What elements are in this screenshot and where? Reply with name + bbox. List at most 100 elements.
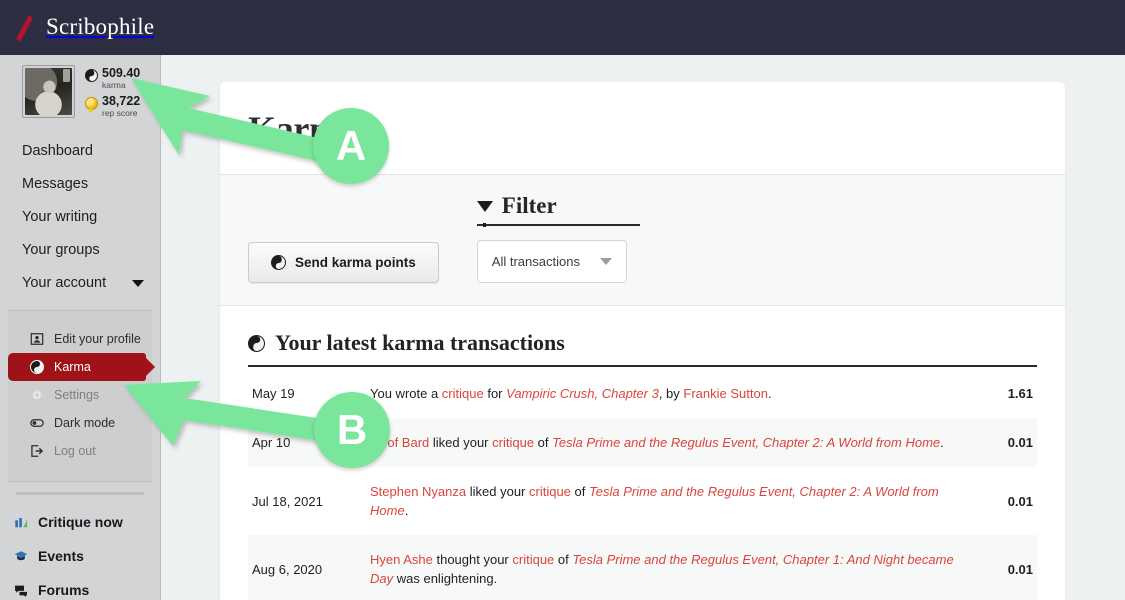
sidebar-divider [16, 492, 144, 495]
sidebar-item-messages[interactable]: Messages [22, 168, 160, 201]
sidebar-item-critique-now-label: Critique now [38, 514, 123, 530]
transaction-text: of [570, 484, 589, 499]
transaction-date: Jul 18, 2021 [252, 493, 323, 509]
transaction-amount: 0.01 [1007, 561, 1033, 577]
sidebar-item-your-groups[interactable]: Your groups [22, 234, 160, 267]
transaction-amount: 1.61 [1007, 386, 1033, 401]
transaction-text: , by [658, 386, 684, 401]
sidebar-item-your-account-label: Your account [22, 275, 107, 291]
sidebar-item-events[interactable]: Events [14, 539, 160, 573]
red-slash-logo-icon [18, 12, 44, 42]
yinyang-icon [271, 255, 286, 270]
site-logo[interactable]: Scribophile [18, 12, 154, 42]
transaction-link[interactable]: critique [512, 552, 554, 567]
profile-card-icon [30, 333, 44, 345]
transaction-link[interactable]: critique [529, 484, 571, 499]
transaction-text: thought your [432, 552, 513, 567]
transaction-text: You wrote a [370, 386, 442, 401]
brand-name: Scribophile [46, 14, 155, 39]
send-karma-points-label: Send karma points [295, 255, 416, 270]
sidebar-item-forums-label: Forums [38, 582, 90, 598]
left-sidebar: 509.40 karma 38,722 rep score Dashboard … [0, 55, 161, 600]
yinyang-icon [248, 334, 265, 352]
secondary-nav: Critique now Events Forums [0, 501, 160, 600]
account-submenu: Edit your profile Karma Settings Dark mo… [8, 310, 152, 482]
transaction-link[interactable]: critique [492, 435, 534, 450]
sidebar-item-dark-mode[interactable]: Dark mode [8, 409, 152, 437]
medal-icon [85, 97, 98, 112]
sidebar-item-karma[interactable]: Karma [8, 353, 146, 381]
sidebar-item-forums[interactable]: Forums [14, 573, 160, 600]
transaction-text: was enlightening. [393, 571, 498, 586]
transaction-description: Hyen Ashe thought your critique of Tesla… [366, 535, 961, 600]
sidebar-item-dark-mode-label: Dark mode [54, 416, 116, 430]
transaction-amount: 0.01 [1007, 435, 1033, 450]
funnel-icon [476, 200, 493, 227]
table-row: Jul 18, 2021 Stephen Nyanza liked your cr… [248, 467, 1037, 535]
gear-icon [30, 388, 44, 402]
sidebar-item-edit-your-profile[interactable]: Edit your profile [8, 325, 152, 353]
sidebar-item-edit-your-profile-label: Edit your profile [54, 332, 141, 346]
graduation-cap-icon [14, 551, 28, 561]
user-stats: 509.40 karma 38,722 rep score [85, 65, 140, 123]
transaction-link[interactable]: Hyen Ashe [370, 552, 433, 567]
sidebar-item-your-account[interactable]: Your account [22, 267, 160, 300]
filter-heading: Filter [476, 193, 640, 227]
karma-value: 509.40 [102, 66, 141, 80]
table-row: Aug 6, 2020 Hyen Ashe thought your critiq… [248, 535, 1037, 600]
send-karma-points-button[interactable]: Send karma points [248, 242, 439, 283]
filter-label: Filter [501, 193, 557, 218]
transaction-text: for [483, 386, 507, 401]
transaction-text: liked your [429, 435, 493, 450]
transactions-title: Your latest karma transactions [275, 330, 565, 355]
transaction-description: You wrote a critique for Vampiric Crush,… [366, 369, 961, 418]
app-root: Scribophile 509.40 karma 38,722 rep scor… [0, 0, 1125, 600]
sidebar-item-events-label: Events [38, 548, 84, 564]
avatar-image [25, 68, 72, 115]
transaction-filter-select[interactable]: All transactions [476, 240, 627, 283]
annotation-badge-b-label: B [336, 406, 368, 453]
karma-stat: 509.40 karma [85, 67, 140, 91]
transaction-text: . [404, 503, 409, 518]
transaction-description: Geof Bard liked your critique of Tesla P… [366, 418, 961, 467]
transaction-filter-value: All transactions [491, 254, 580, 269]
transaction-text: of [554, 552, 573, 567]
annotation-badge-b: B [314, 392, 390, 468]
sidebar-item-your-writing[interactable]: Your writing [22, 201, 160, 234]
profile-summary: 509.40 karma 38,722 rep score [0, 55, 160, 129]
sidebar-item-critique-now[interactable]: Critique now [14, 505, 160, 539]
transaction-text: . [767, 386, 772, 401]
transaction-text: liked your [466, 484, 529, 499]
transaction-work-link[interactable]: Vampiric Crush, Chapter 3 [506, 386, 659, 401]
rep-label: rep score [102, 108, 138, 118]
transaction-text: of [534, 435, 553, 450]
transaction-text: . [940, 435, 944, 450]
sidebar-item-karma-label: Karma [54, 360, 91, 374]
sidebar-item-settings[interactable]: Settings [8, 381, 152, 409]
transaction-work-link[interactable]: Tesla Prime and the Regulus Event, Chapt… [552, 435, 940, 450]
transactions-heading: Your latest karma transactions [248, 330, 1037, 367]
transaction-link[interactable]: Frankie Sutton [683, 386, 768, 401]
primary-nav: Dashboard Messages Your writing Your gro… [0, 129, 160, 308]
transaction-link[interactable]: critique [442, 386, 484, 401]
chevron-down-icon [132, 280, 145, 287]
karma-label: karma [102, 80, 126, 90]
karma-toolbar: Send karma points Filter All transaction… [220, 175, 1065, 306]
speech-bubbles-icon [15, 585, 27, 597]
yinyang-icon [85, 69, 98, 82]
main-content: Karma Send karma points Filter All trans… [161, 55, 1125, 600]
rep-value: 38,722 [102, 94, 141, 108]
toggle-icon [30, 419, 44, 427]
sidebar-item-log-out[interactable]: Log out [8, 437, 152, 465]
rep-score-stat: 38,722 rep score [85, 95, 140, 119]
sidebar-item-dashboard[interactable]: Dashboard [22, 135, 160, 168]
chevron-down-icon [599, 258, 612, 265]
avatar[interactable] [22, 65, 75, 118]
sidebar-item-settings-label: Settings [54, 388, 100, 402]
transaction-date: Aug 6, 2020 [252, 561, 323, 577]
transaction-amount: 0.01 [1007, 493, 1033, 509]
logout-icon [31, 445, 44, 457]
annotation-badge-a-label: A [335, 122, 367, 169]
transaction-link[interactable]: Stephen Nyanza [370, 484, 466, 499]
filter-block: Filter All transactions [476, 193, 640, 283]
